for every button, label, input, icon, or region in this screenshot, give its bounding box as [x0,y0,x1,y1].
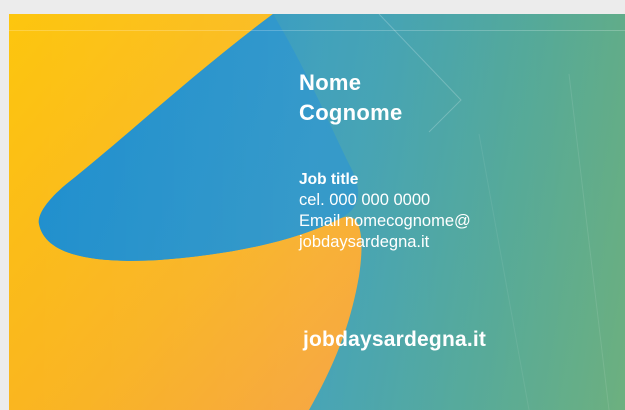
business-card: Nome Cognome Job title cel. 000 000 0000… [9,14,625,410]
email-line-2: jobdaysardegna.it [299,233,430,251]
page: Nome Cognome Job title cel. 000 000 0000… [0,0,625,410]
person-name: Nome Cognome [299,68,403,128]
job-title: Job title [299,171,359,188]
website-url: jobdaysardegna.it [303,328,487,351]
guide-line [9,30,625,31]
last-name: Cognome [299,100,403,125]
phone-number: cel. 000 000 0000 [299,191,431,209]
contact-info: Job title cel. 000 000 0000 Email nomeco… [299,169,471,253]
email-line-1: Email nomecognome@ [299,212,471,230]
first-name: Nome [299,70,362,95]
